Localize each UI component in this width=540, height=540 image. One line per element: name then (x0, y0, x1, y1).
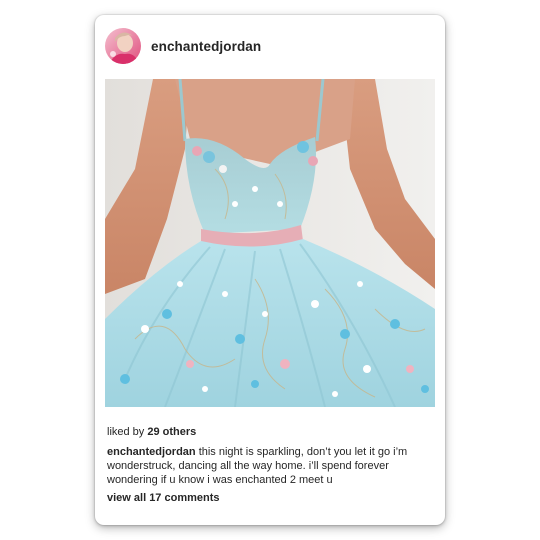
post-card: enchantedjordan liked by 29 others encha… (95, 15, 445, 525)
post-header: enchantedjordan (105, 27, 435, 65)
avatar[interactable] (105, 28, 141, 64)
likes-prefix: liked by (107, 426, 145, 438)
likes-count[interactable]: 29 others (147, 426, 196, 438)
likes-line: liked by 29 others (107, 425, 435, 439)
caption-username[interactable]: enchantedjordan (107, 446, 196, 458)
caption: enchantedjordan this night is sparkling,… (107, 445, 435, 487)
post-username[interactable]: enchantedjordan (151, 39, 261, 54)
post-meta: liked by 29 others enchantedjordan this … (107, 425, 435, 505)
view-comments-link[interactable]: view all 17 comments (107, 491, 435, 505)
post-photo[interactable] (105, 79, 435, 407)
